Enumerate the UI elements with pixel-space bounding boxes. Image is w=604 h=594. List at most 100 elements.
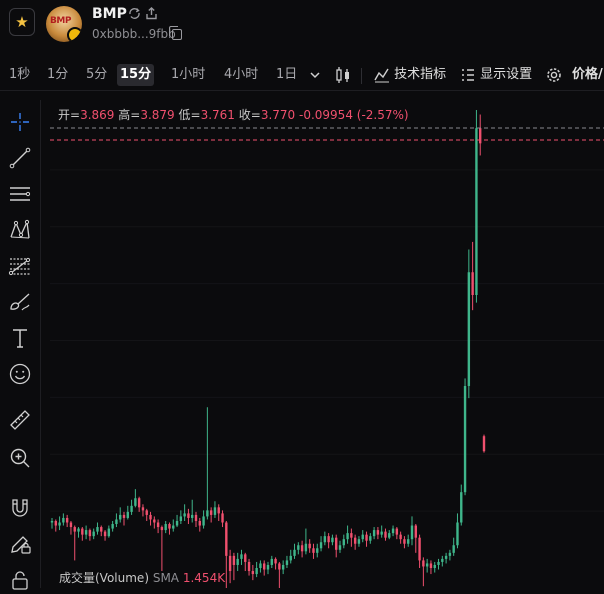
candle [479,114,482,156]
candle [407,534,410,547]
brush-tool[interactable] [6,288,34,316]
candle-body [433,564,436,568]
candle-body [266,564,270,570]
brush-icon [10,293,30,311]
magnet-tool[interactable] [6,494,34,522]
candle-body [126,511,129,518]
candle-body [228,555,232,572]
candle [156,519,160,534]
candle-body [107,528,111,537]
timeframe-1s[interactable]: 1秒 [6,64,33,86]
candle [84,525,88,540]
toolbar-divider [361,68,362,84]
candle [115,513,118,528]
share-icon[interactable] [145,7,158,23]
timeframe-4h[interactable]: 4小时 [221,64,261,86]
candle [463,378,467,496]
candle [448,549,452,561]
ruler-icon [10,410,30,430]
lock-tool[interactable] [6,566,34,594]
candle-body [202,516,205,526]
open-value: 3.869 [80,108,115,122]
display-settings-button[interactable]: 显示设置 [460,64,532,86]
candle [88,528,92,541]
candle-body [437,561,440,565]
candle-body [372,530,376,537]
candle-body [225,522,228,556]
favorite-button[interactable]: ★ [9,8,35,36]
emoji-tool[interactable] [6,360,34,388]
candle [153,516,156,529]
chain-badge-icon [67,27,82,42]
candle [327,533,330,549]
more-timeframes-chevron-down-icon[interactable] [309,64,321,86]
candle-body [388,533,391,538]
trend-line-tool[interactable] [6,144,34,172]
pattern-tool[interactable] [6,216,34,244]
candle [107,525,111,538]
candle [338,540,342,553]
candle-body [240,554,243,559]
timeframe-1m[interactable]: 1分 [44,64,71,86]
candle-body [65,517,69,523]
timeframe-5m[interactable]: 5分 [83,64,110,86]
candle-body [209,510,213,515]
candle [391,525,395,537]
candle [137,496,141,512]
candle-body [308,543,311,549]
candle-body [353,537,357,544]
crosshair-icon [11,113,29,131]
candle [312,543,315,559]
horizontal-lines-tool[interactable] [6,180,34,208]
timeframe-15m[interactable]: 15分 [117,64,155,86]
candle [240,549,243,565]
candle [437,558,440,570]
timeframe-1h[interactable]: 1小时 [168,64,208,86]
candle-body [361,534,364,540]
candle-body [316,548,319,553]
candle-body [122,514,126,518]
candle-body [441,558,444,562]
price-chart[interactable] [50,103,604,588]
candle [357,536,361,547]
low-value: 3.761 [200,108,235,122]
copy-icon[interactable] [169,26,182,40]
candle [471,241,474,311]
gear-icon[interactable] [545,64,563,86]
candle [259,560,262,573]
indicators-button[interactable]: 技术指标 [374,64,446,86]
candle [96,522,99,535]
timeframe-1d[interactable]: 1日 [273,64,300,86]
candle-style-icon[interactable] [335,64,351,86]
candle-body [247,561,251,572]
candle-body [410,525,414,540]
change-value: -0.09954 (-2.57%) [299,108,409,122]
candle-body [111,524,114,529]
candle [399,531,402,544]
price-settings-label[interactable]: 价格/ [572,64,603,86]
text-tool[interactable] [6,324,34,352]
candle [225,520,228,588]
refresh-icon[interactable] [128,7,141,23]
candle [388,530,391,540]
candle [278,561,281,588]
crosshair-tool[interactable] [6,108,34,136]
zoom-tool[interactable] [6,444,34,472]
candle [65,514,69,528]
candle [429,560,433,575]
candle [444,552,448,564]
candle-body [88,530,92,537]
candle-body [141,507,145,511]
candle-body [365,534,368,541]
drawing-tools-sidebar [0,100,41,590]
candle-body [281,564,285,570]
zoom-in-icon [10,448,30,468]
candle [228,549,232,584]
volume-legend: 成交量(Volume) SMA 1.454K [59,569,225,586]
candle-body [100,527,103,532]
ruler-tool[interactable] [6,406,34,434]
fib-retracement-tool[interactable] [6,252,34,280]
candle [126,505,129,520]
draw-lock-tool[interactable] [6,530,34,558]
candle-body [255,568,258,575]
